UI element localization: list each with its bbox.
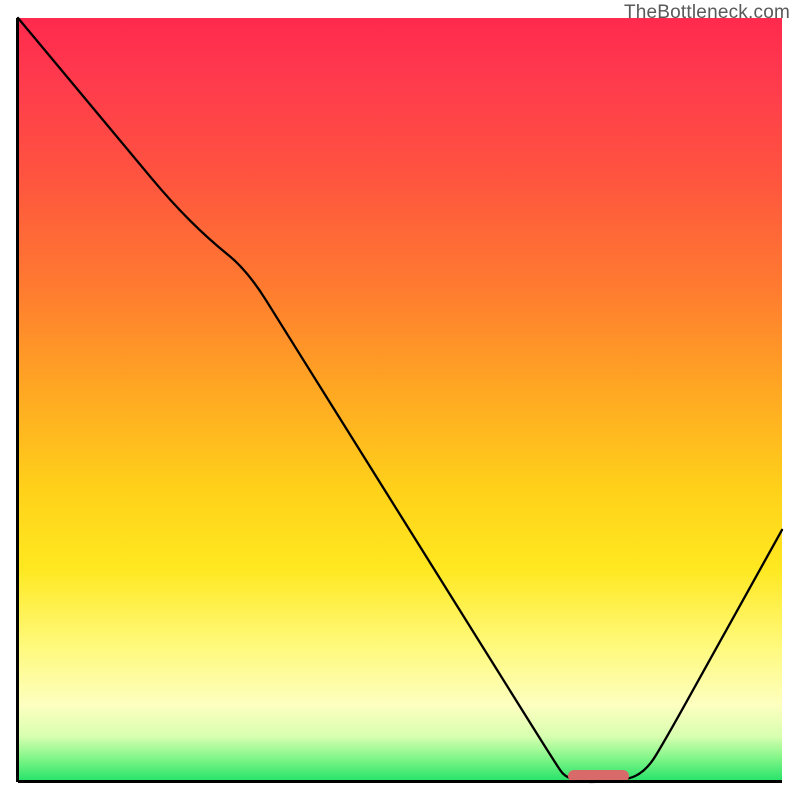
y-axis [16, 18, 19, 782]
x-axis [18, 780, 782, 783]
watermark-text: TheBottleneck.com [624, 2, 790, 24]
bottleneck-chart: TheBottleneck.com [0, 0, 800, 800]
chart-curve [18, 18, 782, 782]
